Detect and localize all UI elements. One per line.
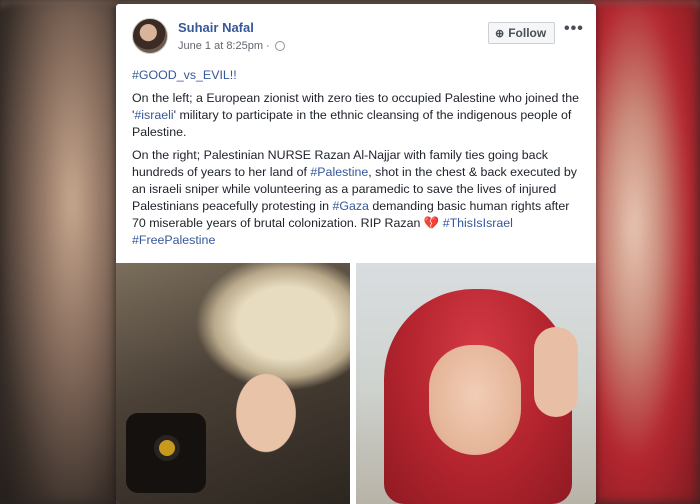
paragraph-right: On the right; Palestinian NURSE Razan Al… bbox=[132, 147, 584, 249]
background-right-blur bbox=[590, 0, 700, 504]
meta-separator: · bbox=[266, 40, 270, 52]
paragraph-left: On the left; a European zionist with zer… bbox=[132, 90, 584, 141]
para1-text-end: ' military to participate in the ethnic … bbox=[132, 108, 572, 139]
post-photos bbox=[116, 263, 596, 504]
hashtag-thisisisrael[interactable]: #ThisIsIsrael bbox=[443, 216, 513, 230]
follow-label: Follow bbox=[508, 26, 547, 40]
follow-button[interactable]: ⊕ Follow bbox=[488, 22, 556, 44]
hashtag-gaza[interactable]: #Gaza bbox=[332, 199, 369, 213]
globe-icon bbox=[274, 41, 285, 51]
more-icon[interactable]: ••• bbox=[564, 20, 584, 38]
hashtag-freepalestine[interactable]: #FreePalestine bbox=[132, 233, 215, 247]
avatar[interactable] bbox=[132, 18, 168, 54]
photo-nurse[interactable] bbox=[356, 263, 596, 504]
timestamp[interactable]: June 1 at 8:25pm bbox=[178, 40, 263, 52]
photo-soldier[interactable] bbox=[116, 263, 350, 504]
post-header: Suhair Nafal June 1 at 8:25pm · ⊕ Follow… bbox=[116, 4, 596, 60]
hashtag-palestine[interactable]: #Palestine bbox=[310, 165, 368, 179]
hashtag-headline[interactable]: #GOOD_vs_EVIL!! bbox=[132, 67, 584, 84]
hashtag-israeli[interactable]: #israeli bbox=[134, 108, 173, 122]
background-left-blur bbox=[0, 0, 120, 504]
facebook-post: Suhair Nafal June 1 at 8:25pm · ⊕ Follow… bbox=[116, 4, 596, 504]
broken-heart-icon: 💔 bbox=[423, 216, 440, 230]
rss-icon: ⊕ bbox=[495, 27, 505, 40]
post-meta: June 1 at 8:25pm · bbox=[178, 40, 285, 52]
author-name[interactable]: Suhair Nafal bbox=[178, 20, 254, 35]
post-body: #GOOD_vs_EVIL!! On the left; a European … bbox=[132, 67, 584, 255]
